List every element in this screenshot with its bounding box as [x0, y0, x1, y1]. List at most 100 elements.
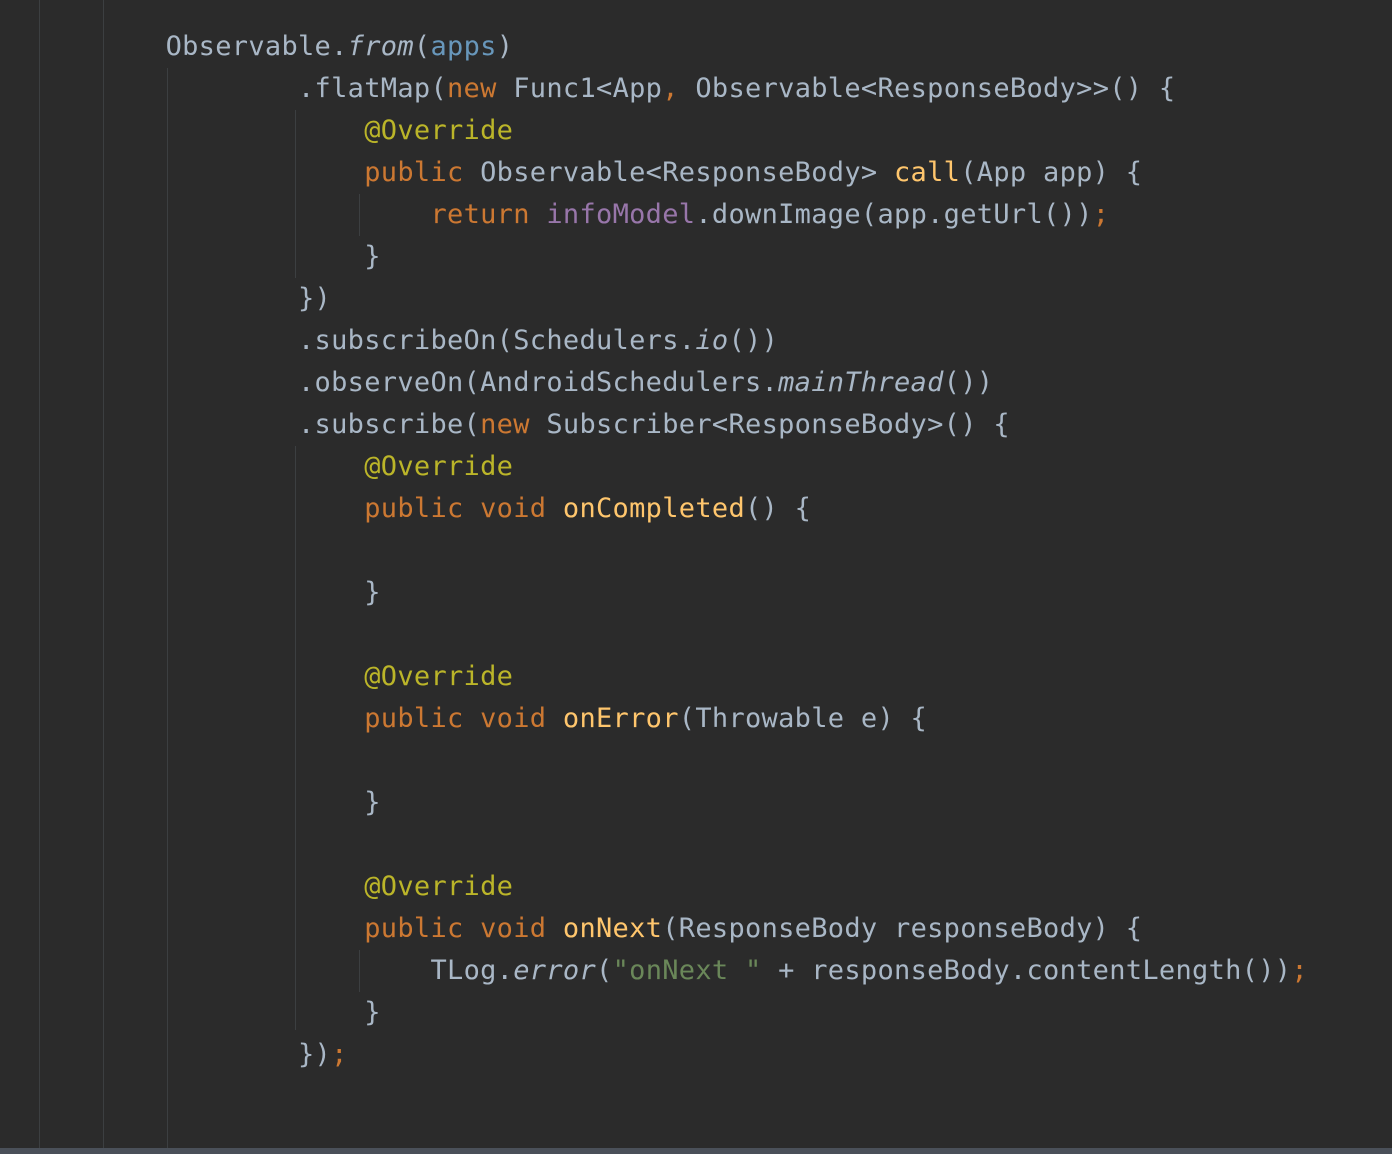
code-line[interactable]: @Override — [0, 866, 1308, 908]
code-line[interactable]: } — [0, 992, 1308, 1034]
code-token: "onNext " — [612, 955, 762, 986]
code-token: io — [695, 325, 729, 356]
code-token: @Override — [364, 871, 514, 902]
code-token: public — [364, 157, 481, 188]
code-line[interactable]: } — [0, 236, 1308, 278]
code-token: ( — [596, 955, 613, 986]
code-line[interactable]: public void onError(Throwable e) { — [0, 698, 1308, 740]
code-token: (Throwable e) { — [678, 703, 928, 734]
code-line[interactable]: TLog.error("onNext " + responseBody.cont… — [0, 950, 1308, 992]
code-token: (App app) { — [960, 157, 1143, 188]
code-line[interactable]: @Override — [0, 656, 1308, 698]
code-token: .flatMap( — [298, 73, 447, 104]
code-token: Observable<ResponseBody>>() { — [695, 73, 1176, 104]
code-line[interactable]: @Override — [0, 446, 1308, 488]
code-line[interactable]: } — [0, 782, 1308, 824]
code-token: infoModel — [546, 199, 696, 230]
code-line[interactable]: Observable.from(apps) — [0, 26, 1308, 68]
code-line[interactable]: .subscribeOn(Schedulers.io()) — [0, 320, 1308, 362]
code-token: Observable. — [165, 31, 348, 62]
code-line[interactable]: public void onCompleted() { — [0, 488, 1308, 530]
code-line[interactable]: return infoModel.downImage(app.getUrl())… — [0, 194, 1308, 236]
code-token: onError — [562, 703, 679, 734]
code-token: Func1<App — [513, 73, 663, 104]
code-token: (ResponseBody responseBody) { — [662, 913, 1143, 944]
horizontal-scrollbar[interactable] — [0, 1148, 1392, 1154]
code-line[interactable]: public Observable<ResponseBody> call(App… — [0, 152, 1308, 194]
code-token: } — [364, 997, 381, 1028]
code-token: onCompleted — [562, 493, 745, 524]
code-token: Observable<ResponseBody> — [480, 157, 894, 188]
code-token: new — [480, 409, 547, 440]
code-token: ()) — [728, 325, 779, 356]
code-token: .subscribe( — [298, 409, 481, 440]
code-line[interactable] — [0, 740, 1308, 782]
code-token: }) — [298, 1039, 332, 1070]
code-token: @Override — [364, 451, 514, 482]
code-token: .downImage(app.getUrl()) — [695, 199, 1093, 230]
code-token: }) — [298, 283, 332, 314]
code-token: from — [347, 31, 414, 62]
code-token: apps — [430, 31, 497, 62]
code-token: , — [662, 73, 696, 104]
code-token: return — [430, 199, 547, 230]
code-line[interactable] — [0, 824, 1308, 866]
code-token: TLog. — [430, 955, 514, 986]
code-token: new — [447, 73, 514, 104]
code-line[interactable]: .flatMap(new Func1<App, Observable<Respo… — [0, 68, 1308, 110]
source-code[interactable]: Observable.from(apps) .flatMap(new Func1… — [0, 26, 1308, 1076]
code-editor[interactable]: Observable.from(apps) .flatMap(new Func1… — [0, 0, 1392, 1154]
code-line[interactable]: public void onNext(ResponseBody response… — [0, 908, 1308, 950]
code-line[interactable]: }); — [0, 1034, 1308, 1076]
code-token: } — [364, 241, 381, 272]
code-token: ) — [496, 31, 514, 62]
code-token: ; — [331, 1039, 348, 1070]
code-line[interactable] — [0, 530, 1308, 572]
code-token: ( — [413, 31, 431, 62]
code-line[interactable]: @Override — [0, 110, 1308, 152]
code-token: ; — [1092, 199, 1110, 230]
code-token: Subscriber<ResponseBody>() { — [546, 409, 1010, 440]
code-line[interactable]: } — [0, 572, 1308, 614]
code-token: @Override — [364, 661, 514, 692]
code-token: .observeOn(AndroidSchedulers. — [298, 367, 779, 398]
code-line[interactable]: .observeOn(AndroidSchedulers.mainThread(… — [0, 362, 1308, 404]
code-token: .subscribeOn(Schedulers. — [298, 325, 696, 356]
code-token: } — [364, 577, 381, 608]
code-token: call — [894, 157, 961, 188]
code-token: mainThread — [778, 367, 944, 398]
code-line[interactable]: }) — [0, 278, 1308, 320]
code-token: public void — [364, 493, 563, 524]
code-token: ()) — [943, 367, 994, 398]
code-line[interactable]: .subscribe(new Subscriber<ResponseBody>(… — [0, 404, 1308, 446]
code-token: ; — [1291, 955, 1308, 986]
code-line[interactable] — [0, 614, 1308, 656]
code-token: public void — [364, 703, 563, 734]
code-token: @Override — [364, 115, 514, 146]
code-token: } — [364, 787, 381, 818]
code-token: error — [513, 955, 597, 986]
code-token: public void — [364, 913, 563, 944]
code-token: onNext — [562, 913, 663, 944]
